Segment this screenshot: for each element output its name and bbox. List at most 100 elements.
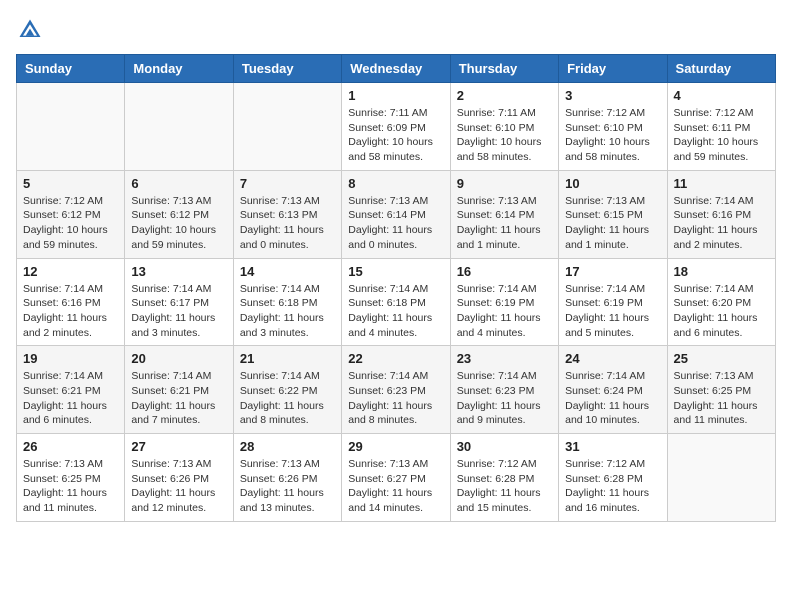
- calendar-cell: 17 Sunrise: 7:14 AM Sunset: 6:19 PM Dayli…: [559, 258, 667, 346]
- day-number: 16: [457, 264, 552, 279]
- day-info: Sunrise: 7:11 AM Sunset: 6:10 PM Dayligh…: [457, 106, 552, 165]
- day-info: Sunrise: 7:14 AM Sunset: 6:23 PM Dayligh…: [348, 369, 443, 428]
- day-info: Sunrise: 7:14 AM Sunset: 6:23 PM Dayligh…: [457, 369, 552, 428]
- calendar-week-row: 19Sunrise: 7:14 AM Sunset: 6:21 PM Dayli…: [17, 346, 776, 434]
- calendar-cell: 1 Sunrise: 7:11 AM Sunset: 6:09 PM Daylig…: [342, 83, 450, 171]
- day-number: 14: [240, 264, 335, 279]
- calendar-cell: 24 Sunrise: 7:14 AM Sunset: 6:24 PM Dayli…: [559, 346, 667, 434]
- calendar-cell: 22 Sunrise: 7:14 AM Sunset: 6:23 PM Dayli…: [342, 346, 450, 434]
- day-number: 26: [23, 439, 118, 454]
- calendar-cell: 19Sunrise: 7:14 AM Sunset: 6:21 PM Dayli…: [17, 346, 125, 434]
- calendar-cell: [667, 434, 775, 522]
- day-info: Sunrise: 7:14 AM Sunset: 6:22 PM Dayligh…: [240, 369, 335, 428]
- calendar-cell: [125, 83, 233, 171]
- calendar-cell: 18Sunrise: 7:14 AM Sunset: 6:20 PM Dayli…: [667, 258, 775, 346]
- calendar-cell: 16 Sunrise: 7:14 AM Sunset: 6:19 PM Dayli…: [450, 258, 558, 346]
- day-info: Sunrise: 7:12 AM Sunset: 6:12 PM Dayligh…: [23, 194, 118, 253]
- day-number: 11: [674, 176, 769, 191]
- day-info: Sunrise: 7:13 AM Sunset: 6:14 PM Dayligh…: [348, 194, 443, 253]
- calendar-cell: 29 Sunrise: 7:13 AM Sunset: 6:27 PM Dayli…: [342, 434, 450, 522]
- day-info: Sunrise: 7:14 AM Sunset: 6:16 PM Dayligh…: [674, 194, 769, 253]
- day-info: Sunrise: 7:13 AM Sunset: 6:27 PM Dayligh…: [348, 457, 443, 516]
- page-header: [16, 16, 776, 44]
- day-number: 12: [23, 264, 118, 279]
- day-number: 2: [457, 88, 552, 103]
- day-number: 13: [131, 264, 226, 279]
- day-number: 24: [565, 351, 660, 366]
- day-info: Sunrise: 7:11 AM Sunset: 6:09 PM Dayligh…: [348, 106, 443, 165]
- day-info: Sunrise: 7:14 AM Sunset: 6:21 PM Dayligh…: [23, 369, 118, 428]
- day-info: Sunrise: 7:14 AM Sunset: 6:19 PM Dayligh…: [457, 282, 552, 341]
- day-info: Sunrise: 7:12 AM Sunset: 6:28 PM Dayligh…: [457, 457, 552, 516]
- calendar-cell: [17, 83, 125, 171]
- logo-icon: [16, 16, 44, 44]
- day-number: 9: [457, 176, 552, 191]
- calendar-cell: 26Sunrise: 7:13 AM Sunset: 6:25 PM Dayli…: [17, 434, 125, 522]
- weekday-header-sunday: Sunday: [17, 55, 125, 83]
- calendar-cell: 31 Sunrise: 7:12 AM Sunset: 6:28 PM Dayli…: [559, 434, 667, 522]
- day-info: Sunrise: 7:13 AM Sunset: 6:12 PM Dayligh…: [131, 194, 226, 253]
- weekday-header-wednesday: Wednesday: [342, 55, 450, 83]
- day-info: Sunrise: 7:14 AM Sunset: 6:24 PM Dayligh…: [565, 369, 660, 428]
- day-info: Sunrise: 7:12 AM Sunset: 6:28 PM Dayligh…: [565, 457, 660, 516]
- calendar-cell: 30 Sunrise: 7:12 AM Sunset: 6:28 PM Dayli…: [450, 434, 558, 522]
- day-info: Sunrise: 7:14 AM Sunset: 6:18 PM Dayligh…: [240, 282, 335, 341]
- calendar-cell: [233, 83, 341, 171]
- day-info: Sunrise: 7:13 AM Sunset: 6:26 PM Dayligh…: [240, 457, 335, 516]
- calendar-cell: 14 Sunrise: 7:14 AM Sunset: 6:18 PM Dayli…: [233, 258, 341, 346]
- day-number: 25: [674, 351, 769, 366]
- day-info: Sunrise: 7:14 AM Sunset: 6:21 PM Dayligh…: [131, 369, 226, 428]
- day-number: 27: [131, 439, 226, 454]
- calendar-cell: 13 Sunrise: 7:14 AM Sunset: 6:17 PM Dayli…: [125, 258, 233, 346]
- day-number: 21: [240, 351, 335, 366]
- day-number: 7: [240, 176, 335, 191]
- day-number: 31: [565, 439, 660, 454]
- day-number: 8: [348, 176, 443, 191]
- weekday-header-tuesday: Tuesday: [233, 55, 341, 83]
- day-info: Sunrise: 7:13 AM Sunset: 6:26 PM Dayligh…: [131, 457, 226, 516]
- day-info: Sunrise: 7:14 AM Sunset: 6:19 PM Dayligh…: [565, 282, 660, 341]
- day-number: 28: [240, 439, 335, 454]
- calendar-cell: 10 Sunrise: 7:13 AM Sunset: 6:15 PM Dayli…: [559, 170, 667, 258]
- calendar-table: SundayMondayTuesdayWednesdayThursdayFrid…: [16, 54, 776, 522]
- day-number: 3: [565, 88, 660, 103]
- calendar-week-row: 26Sunrise: 7:13 AM Sunset: 6:25 PM Dayli…: [17, 434, 776, 522]
- logo: [16, 16, 46, 44]
- day-number: 20: [131, 351, 226, 366]
- weekday-header-monday: Monday: [125, 55, 233, 83]
- calendar-cell: 2 Sunrise: 7:11 AM Sunset: 6:10 PM Daylig…: [450, 83, 558, 171]
- calendar-cell: 4 Sunrise: 7:12 AM Sunset: 6:11 PM Daylig…: [667, 83, 775, 171]
- calendar-cell: 27 Sunrise: 7:13 AM Sunset: 6:26 PM Dayli…: [125, 434, 233, 522]
- weekday-header-thursday: Thursday: [450, 55, 558, 83]
- day-info: Sunrise: 7:13 AM Sunset: 6:13 PM Dayligh…: [240, 194, 335, 253]
- day-number: 22: [348, 351, 443, 366]
- day-info: Sunrise: 7:13 AM Sunset: 6:15 PM Dayligh…: [565, 194, 660, 253]
- day-info: Sunrise: 7:13 AM Sunset: 6:25 PM Dayligh…: [674, 369, 769, 428]
- calendar-cell: 20 Sunrise: 7:14 AM Sunset: 6:21 PM Dayli…: [125, 346, 233, 434]
- calendar-cell: 7 Sunrise: 7:13 AM Sunset: 6:13 PM Daylig…: [233, 170, 341, 258]
- day-info: Sunrise: 7:14 AM Sunset: 6:17 PM Dayligh…: [131, 282, 226, 341]
- calendar-cell: 15Sunrise: 7:14 AM Sunset: 6:18 PM Dayli…: [342, 258, 450, 346]
- calendar-cell: 9Sunrise: 7:13 AM Sunset: 6:14 PM Daylig…: [450, 170, 558, 258]
- day-number: 4: [674, 88, 769, 103]
- weekday-header-saturday: Saturday: [667, 55, 775, 83]
- day-number: 18: [674, 264, 769, 279]
- calendar-cell: 23Sunrise: 7:14 AM Sunset: 6:23 PM Dayli…: [450, 346, 558, 434]
- day-number: 1: [348, 88, 443, 103]
- calendar-week-row: 1 Sunrise: 7:11 AM Sunset: 6:09 PM Daylig…: [17, 83, 776, 171]
- day-info: Sunrise: 7:12 AM Sunset: 6:10 PM Dayligh…: [565, 106, 660, 165]
- calendar-week-row: 5 Sunrise: 7:12 AM Sunset: 6:12 PM Daylig…: [17, 170, 776, 258]
- day-number: 29: [348, 439, 443, 454]
- day-number: 17: [565, 264, 660, 279]
- calendar-cell: 6Sunrise: 7:13 AM Sunset: 6:12 PM Daylig…: [125, 170, 233, 258]
- day-number: 30: [457, 439, 552, 454]
- day-number: 10: [565, 176, 660, 191]
- calendar-cell: 8 Sunrise: 7:13 AM Sunset: 6:14 PM Daylig…: [342, 170, 450, 258]
- day-number: 15: [348, 264, 443, 279]
- calendar-cell: 28 Sunrise: 7:13 AM Sunset: 6:26 PM Dayli…: [233, 434, 341, 522]
- day-number: 5: [23, 176, 118, 191]
- calendar-cell: 5 Sunrise: 7:12 AM Sunset: 6:12 PM Daylig…: [17, 170, 125, 258]
- calendar-cell: 11 Sunrise: 7:14 AM Sunset: 6:16 PM Dayli…: [667, 170, 775, 258]
- calendar-cell: 3 Sunrise: 7:12 AM Sunset: 6:10 PM Daylig…: [559, 83, 667, 171]
- day-info: Sunrise: 7:12 AM Sunset: 6:11 PM Dayligh…: [674, 106, 769, 165]
